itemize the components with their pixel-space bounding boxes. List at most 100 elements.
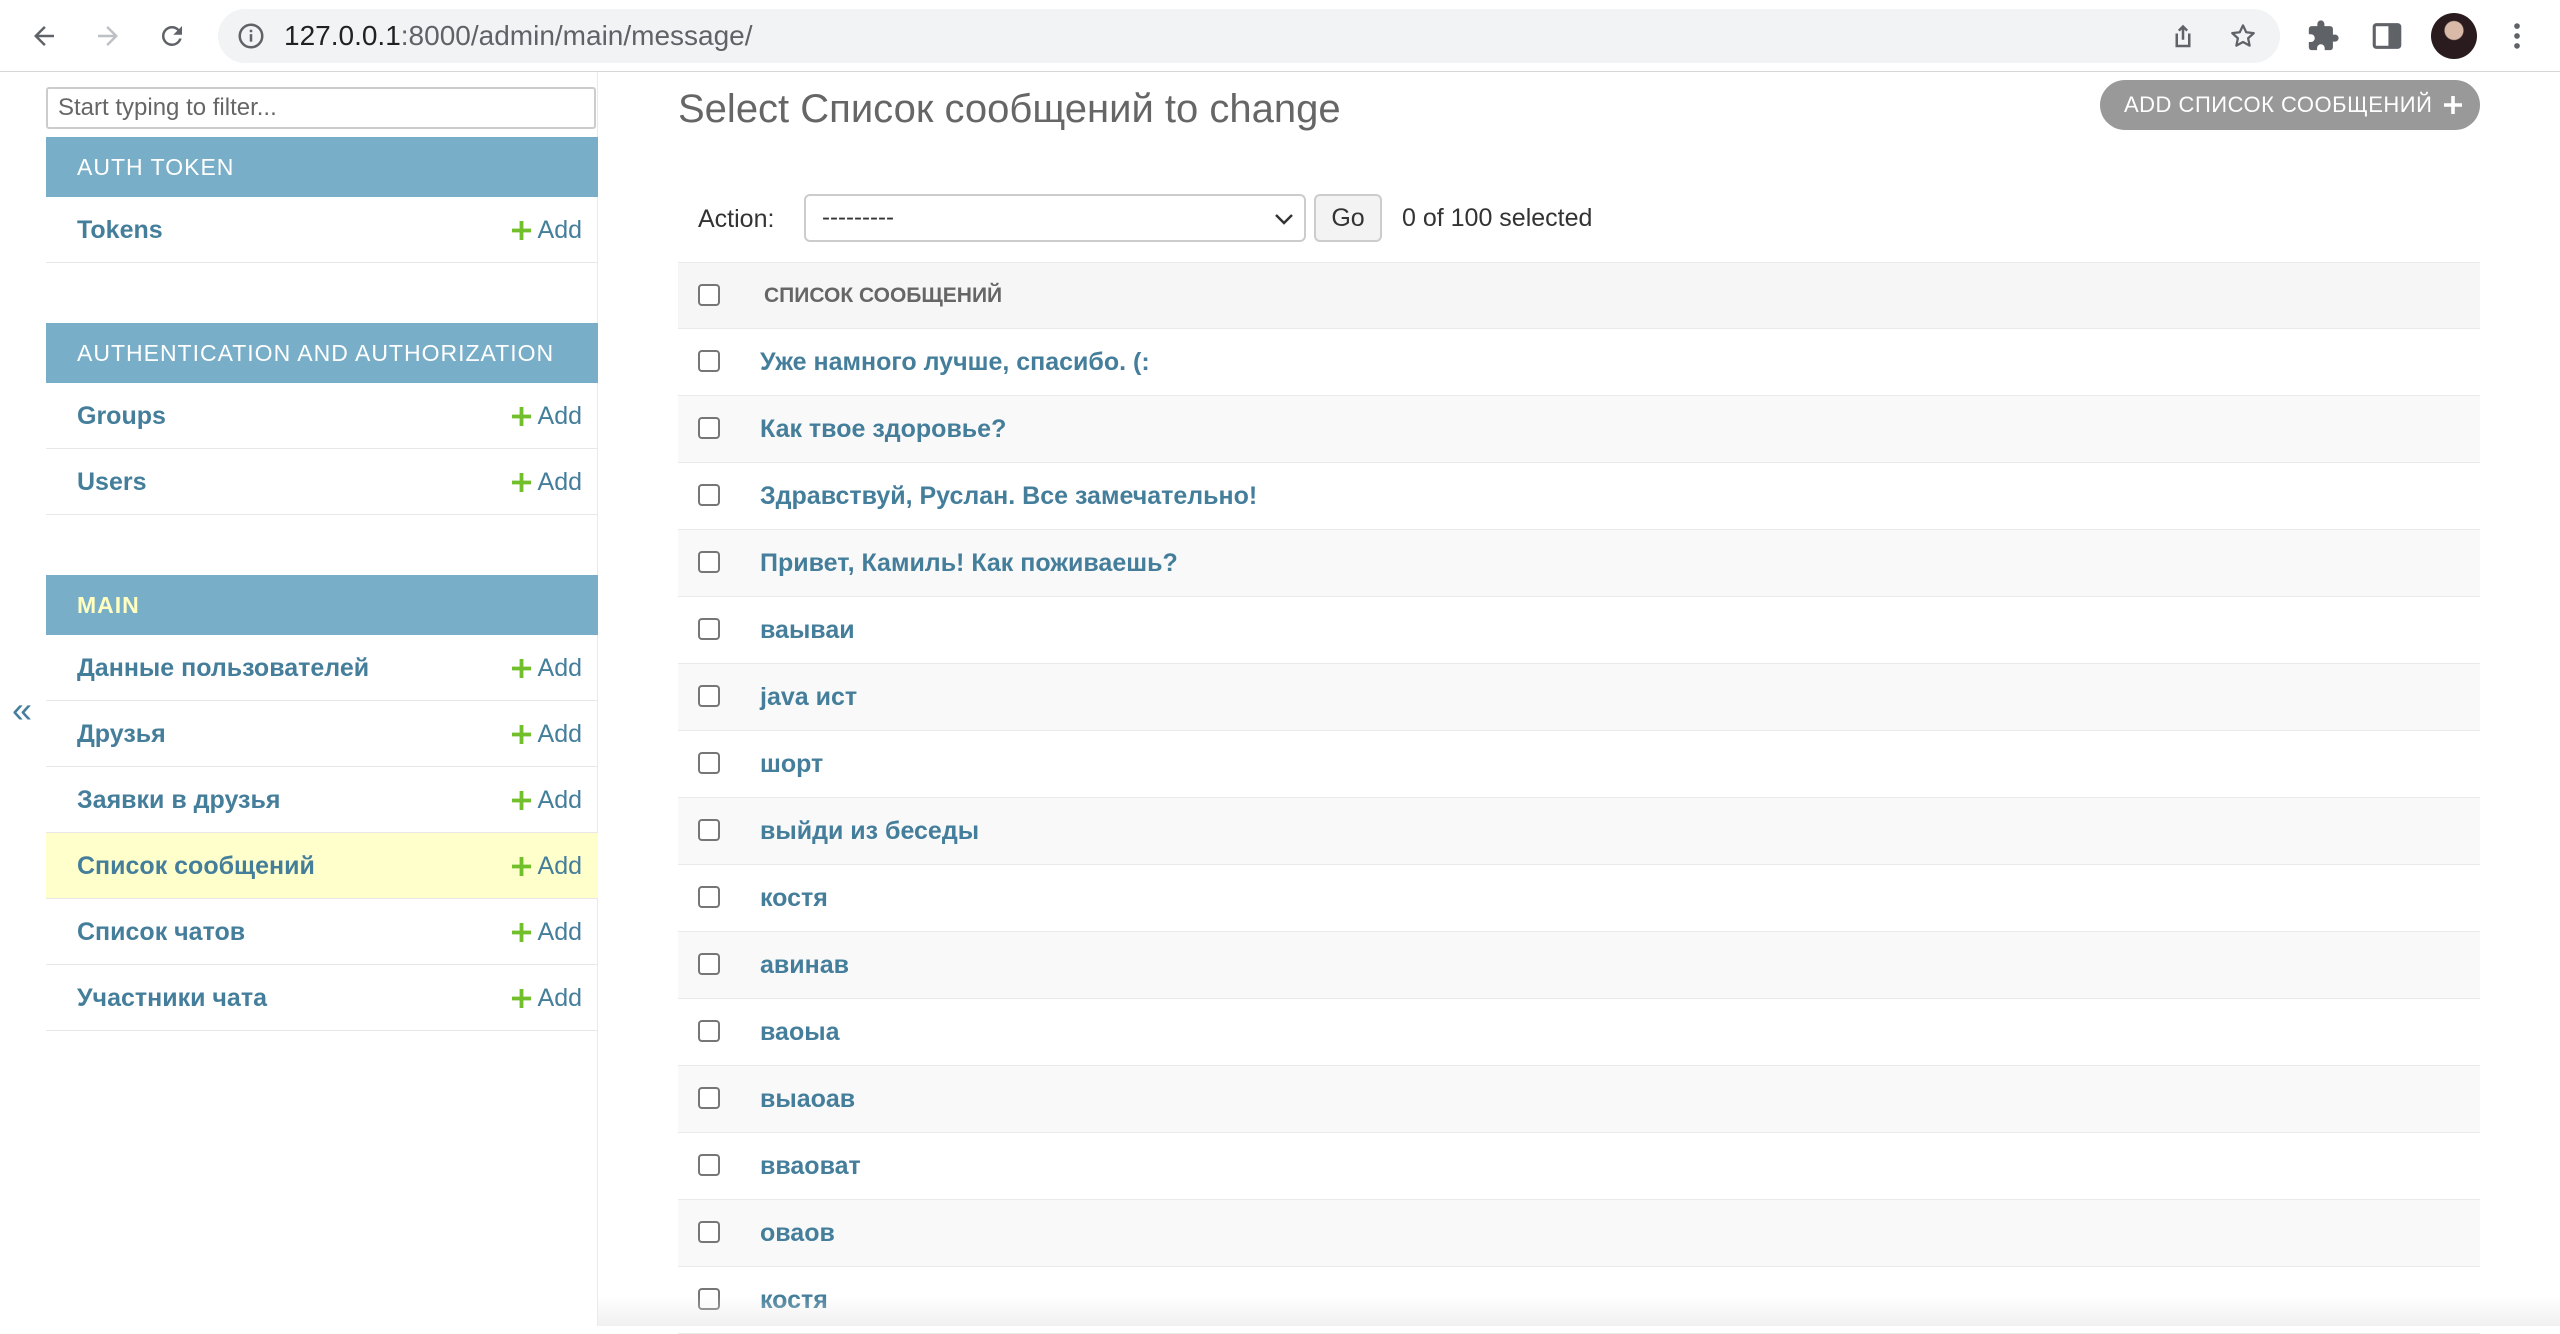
- sidebar-item-users-link[interactable]: Users: [77, 449, 147, 515]
- share-icon[interactable]: [2168, 21, 2198, 51]
- back-arrow-icon: [34, 26, 54, 46]
- message-link[interactable]: оваов: [760, 1200, 835, 1266]
- table-row: ваываи: [678, 597, 2480, 664]
- add-plus-icon: [511, 220, 531, 240]
- sidebar-item-friends-add[interactable]: Add: [511, 701, 582, 767]
- forward-button[interactable]: [86, 14, 130, 58]
- sidebar-item-user-data: Данные пользователей Add: [46, 635, 598, 701]
- message-link[interactable]: Привет, Камиль! Как поживаешь?: [760, 530, 1178, 596]
- actions-bar: Action: --------- Go 0 of 100 selected: [678, 186, 2480, 262]
- sidebar-item-groups-link[interactable]: Groups: [77, 383, 166, 449]
- add-label: Add: [537, 720, 582, 748]
- sidebar-item-friend-requests-link[interactable]: Заявки в друзья: [77, 767, 280, 833]
- message-link[interactable]: Здравствуй, Руслан. Все замечательно!: [760, 463, 1257, 529]
- selection-counter: 0 of 100 selected: [1402, 204, 1593, 232]
- side-panel-icon[interactable]: [2370, 19, 2404, 53]
- table-row: ваоыа: [678, 999, 2480, 1066]
- bookmark-star-icon[interactable]: [2228, 21, 2258, 51]
- message-link[interactable]: выйди из беседы: [760, 798, 979, 864]
- row-checkbox[interactable]: [698, 350, 720, 372]
- site-info-icon[interactable]: [236, 21, 266, 51]
- sidebar-item-chats-add[interactable]: Add: [511, 899, 582, 965]
- row-checkbox[interactable]: [698, 1020, 720, 1042]
- message-link[interactable]: вваоват: [760, 1133, 861, 1199]
- row-checkbox[interactable]: [698, 752, 720, 774]
- table-header: Список сообщений: [678, 262, 2480, 329]
- add-label: Add: [537, 852, 582, 880]
- sidebar-item-users-add[interactable]: Add: [511, 449, 582, 515]
- row-checkbox[interactable]: [698, 1087, 720, 1109]
- table-row: вваоват: [678, 1133, 2480, 1200]
- row-checkbox[interactable]: [698, 1288, 720, 1310]
- add-plus-icon: [511, 472, 531, 492]
- back-button[interactable]: [22, 14, 66, 58]
- sidebar-item-chat-members-add[interactable]: Add: [511, 965, 582, 1031]
- module-auth-token: Auth Token Tokens Add: [46, 137, 598, 263]
- sidebar-item-user-data-link[interactable]: Данные пользователей: [77, 635, 369, 701]
- add-message-button[interactable]: Add Список сообщений: [2100, 80, 2480, 130]
- browser-menu-icon[interactable]: [2500, 19, 2534, 53]
- extensions-puzzle-icon[interactable]: [2306, 19, 2340, 53]
- add-plus-icon: [511, 406, 531, 426]
- reload-button[interactable]: [150, 14, 194, 58]
- add-label: Add: [537, 402, 582, 430]
- row-checkbox[interactable]: [698, 1154, 720, 1176]
- module-caption-main[interactable]: Main: [46, 575, 598, 635]
- add-label: Add: [537, 468, 582, 496]
- table-row: шорт: [678, 731, 2480, 798]
- sidebar-item-messages-add[interactable]: Add: [511, 833, 582, 899]
- row-checkbox[interactable]: [698, 618, 720, 640]
- sidebar-item-tokens-link[interactable]: Tokens: [77, 197, 163, 263]
- sidebar-item-friends-link[interactable]: Друзья: [77, 701, 166, 767]
- row-checkbox[interactable]: [698, 551, 720, 573]
- sidebar-item-users: Users Add: [46, 449, 598, 515]
- nav-filter-input[interactable]: [46, 87, 596, 129]
- message-link[interactable]: Как твое здоровье?: [760, 396, 1006, 462]
- row-checkbox[interactable]: [698, 685, 720, 707]
- sidebar-item-user-data-add[interactable]: Add: [511, 635, 582, 701]
- profile-avatar[interactable]: [2431, 13, 2477, 59]
- row-checkbox[interactable]: [698, 953, 720, 975]
- message-link[interactable]: ваоыа: [760, 999, 839, 1065]
- table-row: выаоав: [678, 1066, 2480, 1133]
- module-caption-auth-token[interactable]: Auth Token: [46, 137, 598, 197]
- column-header-messages[interactable]: Список сообщений: [764, 263, 1002, 329]
- sidebar-item-chat-members: Участники чата Add: [46, 965, 598, 1031]
- sidebar: Auth Token Tokens Add Authentication and…: [44, 72, 598, 1326]
- module-caption-authentication[interactable]: Authentication and Authorization: [46, 323, 598, 383]
- table-row: java ист: [678, 664, 2480, 731]
- row-checkbox[interactable]: [698, 819, 720, 841]
- message-link[interactable]: костя: [760, 865, 828, 931]
- results-table: Список сообщений Уже намного лучше, спас…: [678, 262, 2480, 1334]
- message-link[interactable]: шорт: [760, 731, 823, 797]
- message-link[interactable]: выаоав: [760, 1066, 855, 1132]
- sidebar-collapse-toggle[interactable]: «: [0, 686, 44, 734]
- message-link[interactable]: костя: [760, 1267, 828, 1333]
- go-button[interactable]: Go: [1314, 194, 1382, 242]
- select-all-checkbox[interactable]: [698, 284, 720, 306]
- browser-toolbar: 127.0.0.1:8000/admin/main/message/: [0, 0, 2560, 72]
- row-checkbox[interactable]: [698, 886, 720, 908]
- sidebar-item-friend-requests-add[interactable]: Add: [511, 767, 582, 833]
- sidebar-item-messages-link[interactable]: Список сообщений: [77, 833, 315, 899]
- add-label: Add: [537, 918, 582, 946]
- action-select-value: ---------: [822, 204, 894, 231]
- sidebar-item-tokens-add[interactable]: Add: [511, 197, 582, 263]
- add-label: Add: [537, 984, 582, 1012]
- address-bar[interactable]: 127.0.0.1:8000/admin/main/message/: [218, 9, 2280, 63]
- sidebar-item-chats-link[interactable]: Список чатов: [77, 899, 245, 965]
- message-link[interactable]: Уже намного лучше, спасибо. (:: [760, 329, 1150, 395]
- add-plus-icon: [511, 988, 531, 1008]
- message-link[interactable]: java ист: [760, 664, 857, 730]
- url-path: :8000/admin/main/message/: [400, 20, 753, 51]
- row-checkbox[interactable]: [698, 484, 720, 506]
- sidebar-item-chat-members-link[interactable]: Участники чата: [77, 965, 267, 1031]
- message-link[interactable]: авинав: [760, 932, 849, 998]
- action-select[interactable]: ---------: [804, 194, 1306, 242]
- row-checkbox[interactable]: [698, 417, 720, 439]
- message-link[interactable]: ваываи: [760, 597, 855, 663]
- row-checkbox[interactable]: [698, 1221, 720, 1243]
- add-message-button-label: Add Список сообщений: [2124, 92, 2433, 117]
- sidebar-item-groups-add[interactable]: Add: [511, 383, 582, 449]
- sidebar-item-groups: Groups Add: [46, 383, 598, 449]
